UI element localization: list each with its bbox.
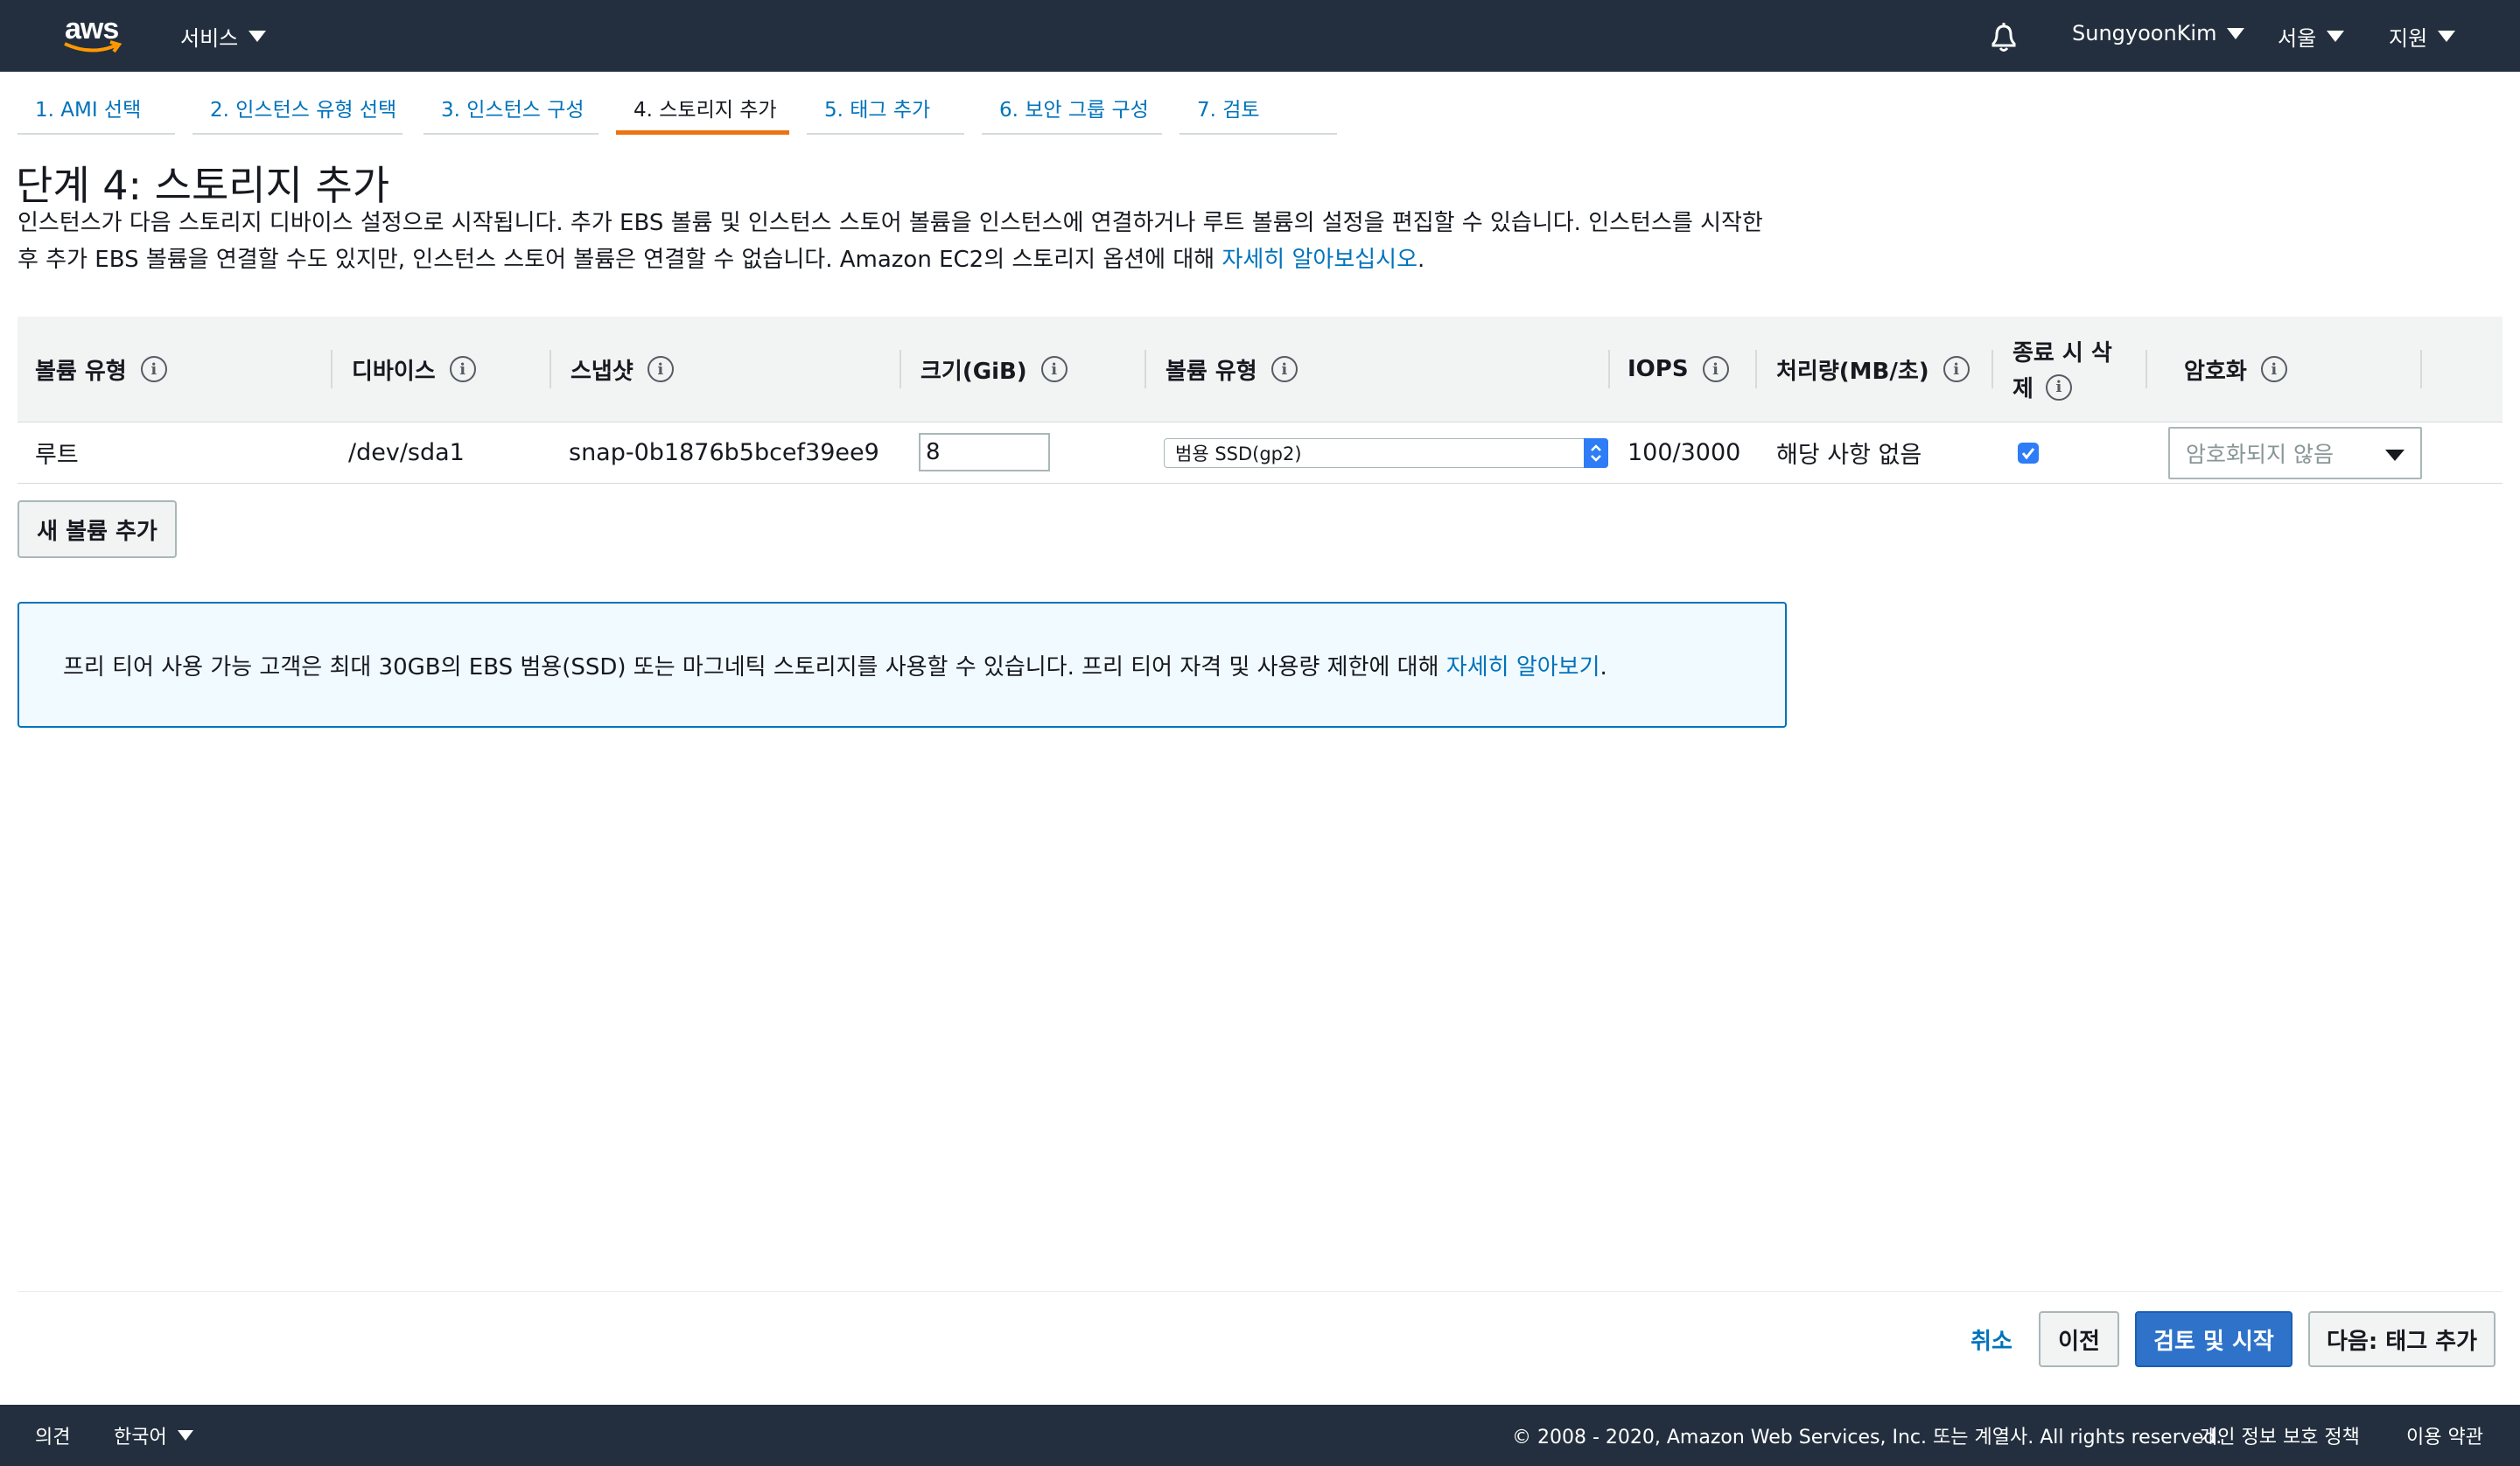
services-menu[interactable]: 서비스 <box>180 21 267 52</box>
tab-security-group[interactable]: 6. 보안 그룹 구성 <box>982 93 1162 135</box>
previous-button[interactable]: 이전 <box>2039 1311 2119 1367</box>
smile-arrow-icon <box>64 40 122 53</box>
info-icon[interactable]: i <box>2045 373 2072 401</box>
info-icon[interactable]: i <box>2260 356 2287 382</box>
tab-review[interactable]: 7. 검토 <box>1180 93 1337 135</box>
tab-ami[interactable]: 1. AMI 선택 <box>18 93 175 135</box>
language-selector[interactable]: 한국어 <box>114 1405 193 1466</box>
tab-add-tags[interactable]: 5. 태그 추가 <box>807 93 964 135</box>
column-header-encryption: 암호화 i <box>2184 317 2287 422</box>
caret-down-icon <box>2327 31 2345 42</box>
review-and-launch-button[interactable]: 검토 및 시작 <box>2135 1311 2292 1367</box>
region-menu[interactable]: 서울 <box>2278 21 2345 52</box>
column-divider <box>1992 350 1993 388</box>
size-input[interactable]: 8 <box>919 433 1050 471</box>
info-icon[interactable]: i <box>1040 356 1068 382</box>
free-tier-learn-more-link[interactable]: 자세히 알아보기 <box>1446 654 1600 681</box>
column-header-delete-on-termination: 종료 시 삭 제i <box>2012 340 2112 402</box>
info-icon[interactable]: i <box>140 356 167 382</box>
column-header-size: 크기(GiB) i <box>920 317 1068 422</box>
footer: 의견 한국어 © 2008 - 2020, Amazon Web Service… <box>0 1405 2520 1466</box>
bell-icon[interactable] <box>1988 21 2020 54</box>
caret-down-icon <box>2227 27 2245 39</box>
terms-link[interactable]: 이용 약관 <box>2406 1405 2483 1466</box>
encryption-select[interactable]: 암호화되지 않음 <box>2168 427 2422 479</box>
column-divider <box>1144 350 1146 388</box>
support-menu[interactable]: 지원 <box>2389 21 2456 52</box>
feedback-link[interactable]: 의견 <box>35 1405 70 1466</box>
table-header: 볼륨 유형 i 디바이스 i 스냅샷 i 크기(GiB) i 볼륨 유형 i IOPS i … <box>18 317 2502 422</box>
cell-iops: 100/3000 <box>1628 438 1741 466</box>
column-divider <box>550 350 551 388</box>
checkmark-icon <box>2021 448 2035 460</box>
select-arrows-icon <box>1584 438 1608 468</box>
add-volume-button[interactable]: 새 볼륨 추가 <box>18 500 177 558</box>
column-header-volume-type-2: 볼륨 유형 i <box>1166 317 1298 422</box>
info-icon[interactable]: i <box>647 356 674 382</box>
caret-down-icon <box>248 31 267 42</box>
info-icon[interactable]: i <box>1942 356 1970 382</box>
delete-on-termination-checkbox[interactable] <box>2018 443 2039 464</box>
info-icon[interactable]: i <box>449 356 476 382</box>
copyright-text: © 2008 - 2020, Amazon Web Services, Inc.… <box>1512 1427 2222 1449</box>
info-icon[interactable]: i <box>1702 356 1729 382</box>
column-header-snapshot: 스냅샷 i <box>570 317 674 422</box>
tab-configure-instance[interactable]: 3. 인스턴스 구성 <box>424 93 598 135</box>
tab-instance-type[interactable]: 2. 인스턴스 유형 선택 <box>192 93 402 135</box>
page-description: 인스턴스가 다음 스토리지 디바이스 설정으로 시작됩니다. 추가 EBS 볼륨… <box>18 210 1763 273</box>
column-divider <box>1755 350 1757 388</box>
top-navigation: aws 서비스 SungyoonKim 서울 지원 <box>0 0 2520 72</box>
cancel-button[interactable]: 취소 <box>1956 1311 2026 1367</box>
column-header-volume-type: 볼륨 유형 i <box>35 317 167 422</box>
chevron-down-icon <box>2385 450 2404 461</box>
column-divider <box>2146 350 2147 388</box>
cell-snapshot: snap-0b1876b5bcef39ee9 <box>569 438 879 466</box>
info-icon[interactable]: i <box>1270 356 1298 382</box>
column-header-throughput: 처리량(MB/초) i <box>1776 317 1970 422</box>
column-divider <box>900 350 901 388</box>
cell-throughput: 해당 사항 없음 <box>1776 441 1922 469</box>
free-tier-info-box: 프리 티어 사용 가능 고객은 최대 30GB의 EBS 범용(SSD) 또는 … <box>18 602 1787 728</box>
cell-volume-type: 루트 <box>35 441 79 469</box>
cell-device: /dev/sda1 <box>348 438 465 466</box>
column-divider <box>2420 350 2422 388</box>
column-header-device: 디바이스 i <box>352 317 476 422</box>
caret-down-icon <box>2438 31 2456 42</box>
aws-logo[interactable]: aws <box>61 12 124 56</box>
caret-down-icon <box>177 1430 193 1441</box>
column-divider <box>331 350 332 388</box>
column-divider <box>1608 350 1610 388</box>
user-menu[interactable]: SungyoonKim <box>2072 21 2245 45</box>
page-title: 단계 4: 스토리지 추가 <box>16 162 390 209</box>
privacy-policy-link[interactable]: 개인 정보 보호 정책 <box>2200 1405 2360 1466</box>
volume-type-select[interactable]: 범용 SSD(gp2) <box>1164 438 1608 468</box>
table-row: 루트 /dev/sda1 snap-0b1876b5bcef39ee9 8 범용… <box>18 422 2502 484</box>
tab-add-storage[interactable]: 4. 스토리지 추가 <box>616 93 789 135</box>
column-header-iops: IOPS i <box>1628 317 1729 422</box>
next-add-tags-button[interactable]: 다음: 태그 추가 <box>2308 1311 2496 1367</box>
divider <box>18 1291 2502 1292</box>
learn-more-link[interactable]: 자세히 알아보십시오 <box>1222 247 1418 273</box>
